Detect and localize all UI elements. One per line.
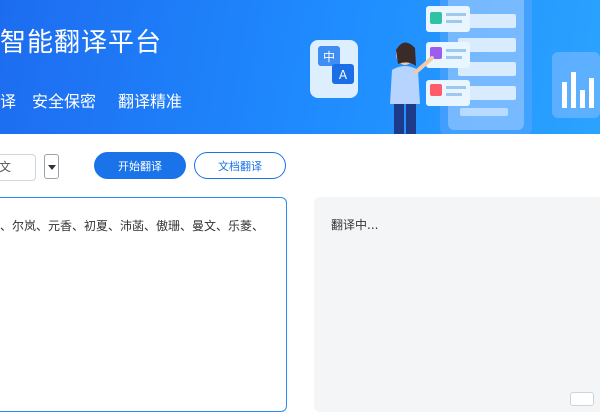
translation-status: 翻译中... <box>331 218 379 232</box>
language-dropdown-chevron-icon[interactable] <box>44 154 59 179</box>
page-title: 智能翻译平台 <box>0 28 163 58</box>
chart-graphic <box>552 52 600 118</box>
badge-en: A <box>339 68 348 82</box>
floating-card-red <box>426 80 470 106</box>
translate-icon: 中 A <box>310 40 358 98</box>
source-language-select[interactable]: 文 <box>0 154 36 181</box>
source-text-content: 、尔岚、元香、初夏、沛菡、傲珊、曼文、乐菱、 <box>0 219 265 233</box>
badge-zh: 中 <box>323 49 335 64</box>
header-banner: 智能翻译平台 译 安全保密 翻译精准 中 A <box>0 0 600 134</box>
copy-icon[interactable] <box>570 392 594 406</box>
person-figure <box>390 42 434 134</box>
document-translate-button[interactable]: 文档翻译 <box>194 152 286 179</box>
start-translate-button[interactable]: 开始翻译 <box>94 152 186 179</box>
feature-secure: 安全保密 <box>32 92 97 111</box>
floating-card-purple <box>426 42 470 68</box>
banner-illustration: 中 A <box>310 0 600 134</box>
feature-translate: 译 <box>0 92 17 111</box>
floating-card-teal <box>426 6 470 32</box>
feature-accurate: 翻译精准 <box>118 92 183 111</box>
